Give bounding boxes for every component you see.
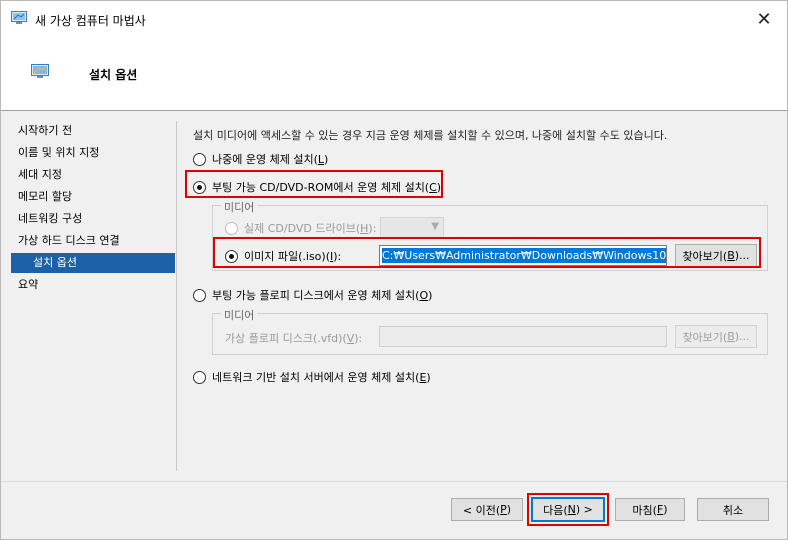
install-from-network-radio[interactable] — [193, 370, 206, 384]
install-from-floppy-label: 부팅 가능 플로피 디스크에서 운영 체제 설치(O) — [212, 289, 433, 302]
install-later-radio[interactable] — [193, 152, 206, 166]
physical-drive-option[interactable]: 실제 CD/DVD 드라이브(H): — [225, 220, 376, 236]
cd-media-legend: 미디어 — [221, 199, 258, 215]
physical-drive-label: 실제 CD/DVD 드라이브(H): — [244, 222, 377, 235]
image-file-path-input[interactable]: C:₩Users₩Administrator₩Downloads₩Windows… — [379, 245, 667, 266]
sidebar-item-memory[interactable]: 메모리 할당 — [11, 187, 175, 207]
floppy-media-legend: 미디어 — [221, 307, 258, 323]
sidebar-item-networking[interactable]: 네트워킹 구성 — [11, 209, 175, 229]
sidebar-item-summary[interactable]: 요약 — [11, 275, 175, 295]
install-from-cd-option[interactable]: 부팅 가능 CD/DVD-ROM에서 운영 체제 설치(C) — [193, 179, 441, 195]
install-from-floppy-option[interactable]: 부팅 가능 플로피 디스크에서 운영 체제 설치(O) — [193, 287, 432, 303]
sidebar-item-generation[interactable]: 세대 지정 — [11, 165, 175, 185]
floppy-media-group: 미디어 가상 플로피 디스크(.vfd)(V): 찾아보기(B)... — [212, 307, 768, 355]
wizard-steps-nav: 시작하기 전 이름 및 위치 지정 세대 지정 메모리 할당 네트워킹 구성 가… — [11, 121, 177, 471]
wizard-window: 새 가상 컴퓨터 마법사 ✕ 설치 옵션 시작하기 전 이름 및 위치 지정 세… — [0, 0, 788, 540]
close-icon: ✕ — [756, 8, 772, 30]
virtual-machine-icon — [11, 11, 27, 24]
floppy-disk-label: 가상 플로피 디스크(.vfd)(V): — [225, 332, 363, 345]
footer-divider — [1, 481, 787, 482]
image-file-label: 이미지 파일(.iso)(I): — [244, 250, 342, 263]
finish-button[interactable]: 마침(F) — [615, 498, 685, 521]
cancel-button[interactable]: 취소 — [697, 498, 769, 521]
chevron-down-icon: ▼ — [431, 221, 439, 232]
virtual-machine-icon — [31, 64, 49, 78]
wizard-header: 설치 옵션 — [1, 37, 787, 111]
physical-drive-radio[interactable] — [225, 221, 238, 235]
install-later-option[interactable]: 나중에 운영 체제 설치(L) — [193, 151, 328, 167]
browse-iso-button[interactable]: 찾아보기(B)... — [675, 244, 757, 267]
close-button[interactable]: ✕ — [741, 1, 787, 37]
window-title: 새 가상 컴퓨터 마법사 — [35, 14, 146, 28]
image-file-option[interactable]: 이미지 파일(.iso)(I): — [225, 248, 341, 264]
floppy-path-input[interactable] — [379, 326, 667, 347]
physical-drive-select[interactable]: ▼ — [380, 217, 444, 238]
sidebar-item-name-location[interactable]: 이름 및 위치 지정 — [11, 143, 175, 163]
browse-floppy-button[interactable]: 찾아보기(B)... — [675, 325, 757, 348]
main-panel: 설치 미디어에 액세스할 수 있는 경우 지금 운영 체제를 설치할 수 있으며… — [187, 121, 781, 471]
install-from-network-option[interactable]: 네트워크 기반 설치 서버에서 운영 체제 설치(E) — [193, 369, 431, 385]
image-file-radio[interactable] — [225, 249, 238, 263]
page-title: 설치 옵션 — [89, 68, 138, 82]
title-bar: 새 가상 컴퓨터 마법사 ✕ — [1, 1, 787, 37]
install-from-network-label: 네트워크 기반 설치 서버에서 운영 체제 설치(E) — [212, 371, 431, 384]
install-later-label: 나중에 운영 체제 설치(L) — [212, 153, 329, 166]
cd-media-group: 미디어 실제 CD/DVD 드라이브(H): ▼ 이미지 파일(.iso)(I)… — [212, 199, 768, 271]
install-from-cd-radio[interactable] — [193, 180, 206, 194]
sidebar-item-installation-options[interactable]: 설치 옵션 — [11, 253, 175, 273]
sidebar-item-before-you-begin[interactable]: 시작하기 전 — [11, 121, 175, 141]
previous-button[interactable]: < 이전(P) — [451, 498, 523, 521]
install-from-floppy-radio[interactable] — [193, 288, 206, 302]
sidebar-item-virtual-hard-disk[interactable]: 가상 하드 디스크 연결 — [11, 231, 175, 251]
next-button[interactable]: 다음(N) > — [531, 497, 605, 522]
description-text: 설치 미디어에 액세스할 수 있는 경우 지금 운영 체제를 설치할 수 있으며… — [193, 129, 668, 142]
install-from-cd-label: 부팅 가능 CD/DVD-ROM에서 운영 체제 설치(C) — [212, 181, 442, 194]
